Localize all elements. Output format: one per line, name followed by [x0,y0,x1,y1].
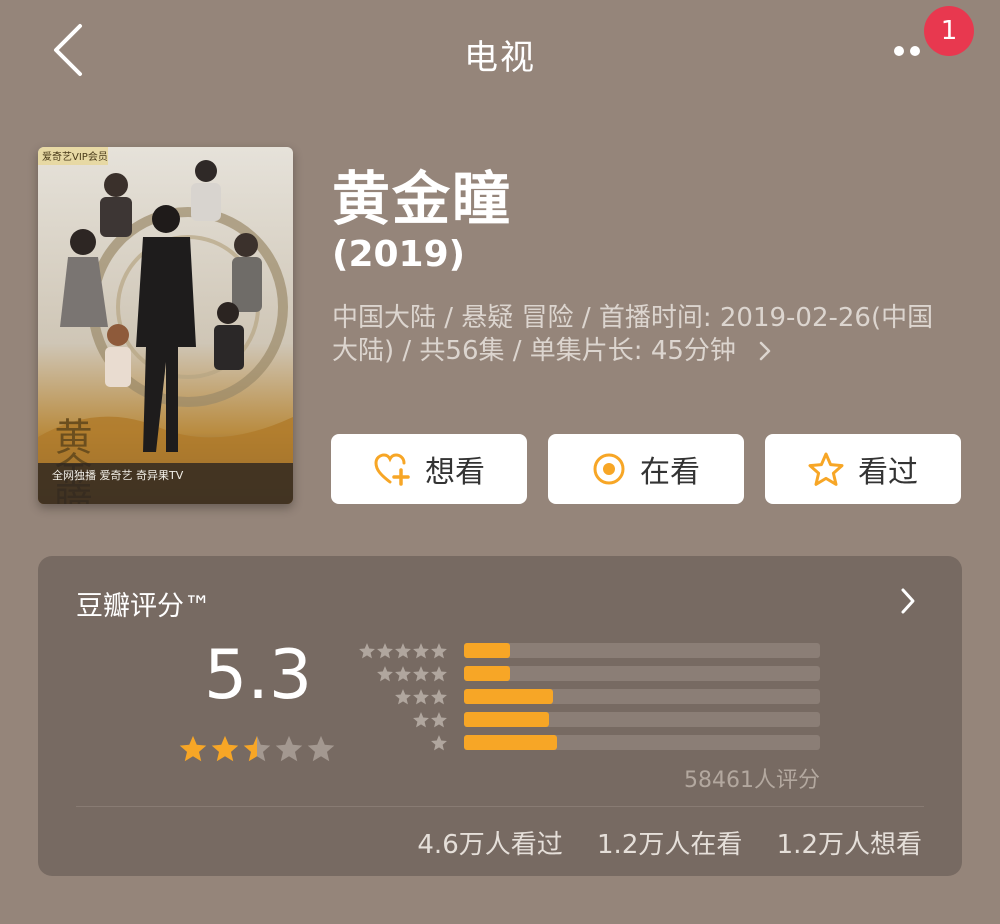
meta-line: 大陆) / 共56集 / 单集片长: 45分钟 [332,335,972,368]
rating-distribution [358,640,820,755]
star-icon [211,735,239,762]
meta-line: 中国大陆 / 悬疑 冒险 / 首播时间: 2019-02-26(中国 [332,303,934,333]
star-icon [243,735,271,762]
poster-footer: 全网独播 爱奇艺 奇异果TV [52,468,184,482]
star-icon [179,735,207,762]
target-icon [593,453,625,485]
distribution-row [358,640,820,663]
distribution-row [360,709,820,732]
watching-label: 在看 [640,455,700,490]
chevron-right-icon [759,341,771,361]
distribution-stars [358,642,448,660]
watched-button[interactable]: 看过 [765,434,961,504]
show-meta[interactable]: 中国大陆 / 悬疑 冒险 / 首播时间: 2019-02-26(中国 大陆) /… [332,302,972,368]
small-star-icon [413,689,429,705]
distribution-bar [464,643,511,658]
small-star-icon [413,643,429,659]
distribution-stars [412,711,448,729]
watching-button[interactable]: 在看 [548,434,744,504]
meta-text: 大陆) / 共56集 / 单集片长: 45分钟 [332,336,736,366]
divider [76,806,924,807]
want-to-watch-label: 想看 [425,455,485,490]
small-star-icon [431,666,447,682]
distribution-track [464,643,820,658]
small-star-icon [395,689,411,705]
top-bar: 电视 1 [0,0,1000,100]
show-year: (2019) [332,234,466,275]
more-dots-icon [910,46,920,56]
star-outline-icon [808,452,844,486]
distribution-track [464,735,820,750]
rating-card[interactable]: 豆瓣评分™ 5.3 58461人评分 4.6万人看过 1.2万人在看 1.2万人… [38,556,962,876]
small-star-icon [395,666,411,682]
small-star-icon [431,712,447,728]
distribution-stars [394,688,448,706]
watched-count[interactable]: 4.6万人看过 [417,830,562,860]
distribution-stars [376,665,448,683]
star-icon [275,735,303,762]
rating-stars [178,734,338,768]
small-star-icon [395,643,411,659]
distribution-track [464,666,820,681]
distribution-bar [464,689,553,704]
chevron-right-icon [901,588,915,614]
page-title: 电视 [464,38,536,78]
rating-count: 58461人评分 [684,768,820,793]
small-star-icon [413,666,429,682]
want-to-watch-button[interactable]: 想看 [331,434,527,504]
distribution-row [360,663,820,686]
rating-title: 豆瓣评分™ [76,591,211,622]
distribution-row [360,732,820,755]
watched-label: 看过 [858,455,918,490]
show-title: 黄金瞳 [332,165,513,233]
small-star-icon [377,643,393,659]
distribution-row [360,686,820,709]
distribution-stars [430,734,448,752]
watching-count[interactable]: 1.2万人在看 [597,830,742,860]
poster-image[interactable]: 爱奇艺VIP会员 黄金瞳 全网独播 爱奇艺 奇异果TV [38,147,293,504]
rating-score: 5.3 [204,636,313,715]
watch-stats: 4.6万人看过 1.2万人在看 1.2万人想看 [391,824,922,861]
more-dots-icon [894,46,904,56]
small-star-icon [431,735,447,751]
distribution-bar [464,666,511,681]
poster-corner-tag: 爱奇艺VIP会员 [42,150,108,163]
heart-plus-icon [374,453,410,486]
distribution-track [464,712,820,727]
rating-more-button[interactable] [898,586,918,616]
notification-badge[interactable]: 1 [924,6,974,56]
small-star-icon [359,643,375,659]
small-star-icon [431,643,447,659]
more-button[interactable] [888,38,928,62]
small-star-icon [431,689,447,705]
small-star-icon [377,666,393,682]
distribution-bar [464,712,550,727]
want-count[interactable]: 1.2万人想看 [777,830,922,860]
star-icon [307,735,335,762]
distribution-track [464,689,820,704]
distribution-bar [464,735,557,750]
small-star-icon [413,712,429,728]
